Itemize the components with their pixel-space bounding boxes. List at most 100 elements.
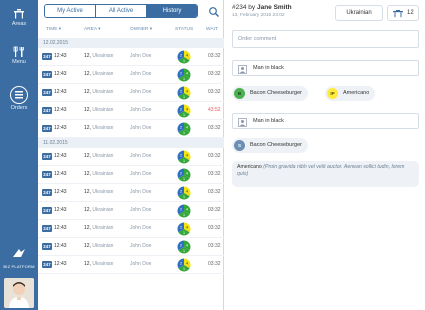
tab-history[interactable]: History: [147, 5, 197, 17]
order-owner: John Doe: [130, 89, 152, 95]
status-count: 4: [186, 226, 188, 230]
status-pie-icon: 412: [177, 150, 191, 164]
table-number: 12: [407, 10, 414, 16]
order-badge: 247: [42, 53, 52, 60]
order-area: 12, Ukrainian: [84, 225, 113, 231]
status-count: 4: [186, 54, 188, 58]
order-badge: 247: [42, 153, 52, 160]
language-button[interactable]: Ukrainian: [335, 5, 383, 21]
col-status[interactable]: STATUS: [175, 27, 193, 32]
order-area-number: 12,: [84, 207, 91, 213]
order-item-chip[interactable]: S Bacon Cheeseburger: [232, 138, 308, 153]
guest-name: Man in black: [253, 65, 284, 71]
avatar[interactable]: [4, 278, 34, 308]
order-area: 12, Ukrainian: [84, 189, 113, 195]
order-owner: John Doe: [130, 189, 152, 195]
order-row[interactable]: 247 12:43 12, Ukrainian John Doe 4 1 2 03:32: [38, 184, 224, 202]
order-row[interactable]: 247 12:43 12, Ukrainian John Doe 4 1 2 03:32: [38, 166, 224, 184]
col-area[interactable]: AREA ▾: [84, 27, 101, 32]
order-badge: 247: [42, 125, 52, 132]
tab-my-active[interactable]: My Active: [45, 5, 96, 17]
status-count: 2: [180, 226, 182, 230]
status-count: 1: [183, 249, 185, 253]
order-time: 12:43: [54, 261, 67, 267]
sidebar: Areas Menu Orders BIZ PLATFORM: [0, 0, 38, 310]
status-count: 4: [186, 172, 188, 176]
col-wait[interactable]: WAIT: [206, 27, 218, 32]
order-list-panel: My Active All Active History TIME ▾ AREA…: [38, 0, 224, 310]
status-count: 4: [186, 108, 188, 112]
guest-field[interactable]: Man in black: [232, 60, 419, 76]
order-row[interactable]: 247 12:43 12, Ukrainian John Doe 4 1 2 03:32: [38, 48, 224, 66]
item-label: Bacon Cheeseburger: [250, 142, 302, 148]
order-badge: 247: [42, 189, 52, 196]
tab-all-active[interactable]: All Active: [96, 5, 147, 17]
order-item-chip[interactable]: B Bacon Cheeseburger: [232, 86, 308, 101]
order-owner: John Doe: [130, 53, 152, 59]
order-row[interactable]: 247 12:43 12, Ukrainian John Doe 4 1 2 03:32: [38, 148, 224, 166]
order-area-number: 12,: [84, 125, 91, 131]
order-wait: 03:32: [208, 171, 221, 177]
status-count: 1: [183, 267, 185, 271]
order-row[interactable]: 247 12:43 12, Ukrainian John Doe 4 1 2 03:32: [38, 120, 224, 138]
status-pie-icon: 412: [177, 86, 191, 100]
status-count: 2: [180, 126, 182, 130]
order-wait: 03:32: [208, 153, 221, 159]
order-wait: 03:32: [208, 125, 221, 131]
order-owner: John Doe: [130, 225, 152, 231]
order-time: 12:43: [54, 225, 67, 231]
note-title: Americano: [237, 164, 262, 170]
search-button[interactable]: [208, 5, 220, 17]
col-time[interactable]: TIME ▾: [46, 27, 61, 32]
order-item-chip[interactable]: IP Americano: [325, 86, 376, 101]
order-row[interactable]: 247 12:43 12, Ukrainian John Doe 4 1 2 03:32: [38, 66, 224, 84]
order-row[interactable]: 247 12:43 12, Ukrainian John Doe 4 1 2 03:32: [38, 84, 224, 102]
order-time: 12:43: [54, 171, 67, 177]
status-count: 4: [186, 126, 188, 130]
status-pie-icon: 412: [177, 222, 191, 236]
order-area-name: Ukrainian: [92, 243, 114, 249]
guest-field[interactable]: Man in black: [232, 113, 419, 129]
status-count: 4: [186, 72, 188, 76]
col-owner[interactable]: OWNER ▾: [130, 27, 152, 32]
status-count: 1: [183, 231, 185, 235]
search-icon: [209, 7, 219, 17]
order-row[interactable]: 247 12:43 12, Ukrainian John Doe 4 1 2 03:32: [38, 238, 224, 256]
nav-areas-label: Areas: [11, 21, 27, 27]
status-count: 4: [186, 208, 188, 212]
status-count: 1: [183, 195, 185, 199]
order-header: #234 by Jane Smith: [232, 4, 292, 11]
order-area-number: 12,: [84, 107, 91, 113]
order-badge: 247: [42, 225, 52, 232]
order-area-number: 12,: [84, 261, 91, 267]
table-icon: [393, 10, 403, 18]
status-count: 1: [183, 59, 185, 63]
brand-logo: BIZ PLATFORM: [0, 245, 38, 269]
nav-orders[interactable]: Orders: [0, 86, 38, 111]
date-separator: 12.02.2015: [38, 38, 224, 48]
order-owner: John Doe: [130, 243, 152, 249]
order-area-number: 12,: [84, 171, 91, 177]
status-count: 2: [180, 108, 182, 112]
order-badge: 247: [42, 89, 52, 96]
order-row[interactable]: 247 12:43 12, Ukrainian John Doe 4 1 2 03:32: [38, 220, 224, 238]
nav-areas[interactable]: Areas: [0, 8, 38, 27]
user-icon: [238, 65, 247, 74]
order-area-number: 12,: [84, 153, 91, 159]
brand-mark-icon: [13, 249, 25, 257]
order-area-number: 12,: [84, 89, 91, 95]
status-count: 1: [183, 159, 185, 163]
order-comment-field[interactable]: Order comment: [232, 30, 419, 48]
order-owner: John Doe: [130, 261, 152, 267]
nav-menu[interactable]: Menu: [0, 46, 38, 65]
table-button[interactable]: 12: [387, 5, 419, 21]
item-note[interactable]: Americano (Proin gravida nibh vel velit …: [232, 161, 419, 187]
order-tabs: My Active All Active History: [44, 4, 198, 18]
order-wait: 43:52: [208, 107, 221, 113]
order-area-number: 12,: [84, 71, 91, 77]
order-row[interactable]: 247 12:43 12, Ukrainian John Doe 4 1 2 03:32: [38, 202, 224, 220]
order-row[interactable]: 247 12:43 12, Ukrainian John Doe 4 1 2 43:52: [38, 102, 224, 120]
order-wait: 03:32: [208, 53, 221, 59]
order-row[interactable]: 247 12:43 12, Ukrainian John Doe 4 1 2 03:32: [38, 256, 224, 274]
status-pie-icon: 412: [177, 168, 191, 182]
